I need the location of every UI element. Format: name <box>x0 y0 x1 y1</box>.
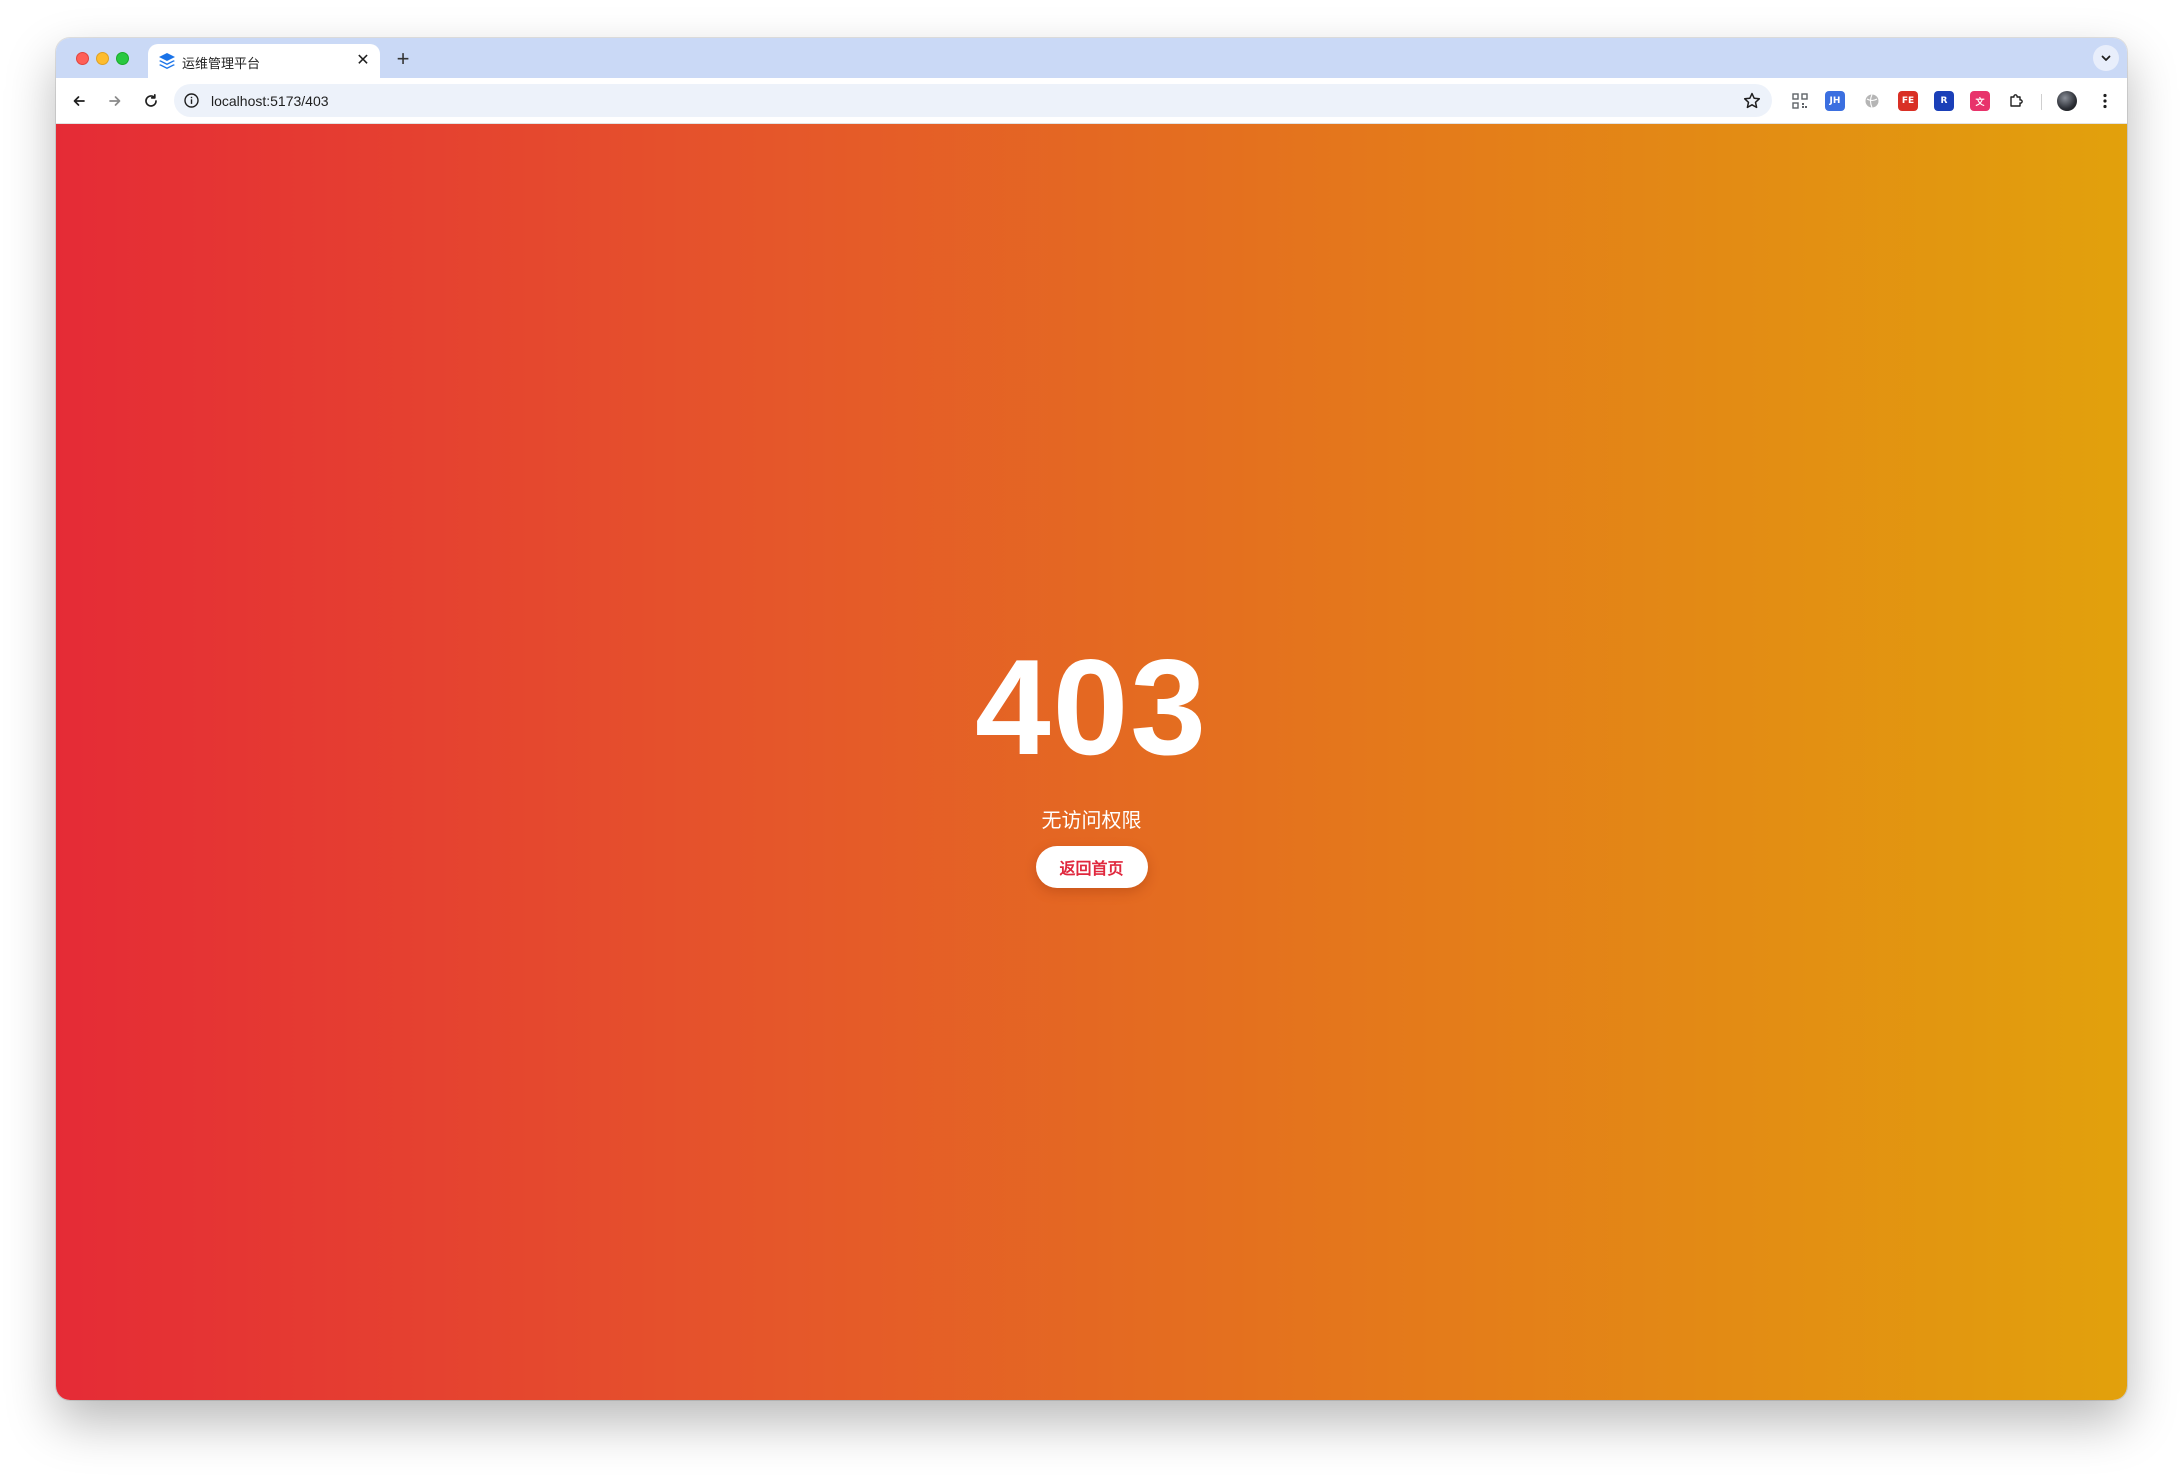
bookmark-star-icon[interactable] <box>1742 91 1762 111</box>
arrow-right-icon <box>109 96 121 106</box>
puzzle-icon[interactable] <box>2006 91 2026 111</box>
close-window-button[interactable] <box>76 52 89 65</box>
r-extension-icon[interactable]: R <box>1934 91 1954 111</box>
arrow-left-icon <box>73 96 85 106</box>
zoom-window-button[interactable] <box>116 52 129 65</box>
minimize-window-button[interactable] <box>96 52 109 65</box>
tab-strip: 运维管理平台 ✕ + <box>56 38 2127 78</box>
more-vertical-icon <box>2103 93 2107 109</box>
back-home-button[interactable]: 返回首页 <box>1035 846 1148 888</box>
browser-window: 运维管理平台 ✕ + localhost:5173/403 JH FE R 文 … <box>56 38 2127 1400</box>
qr-code-extension-icon[interactable] <box>1790 91 1810 111</box>
translate-extension-icon[interactable]: 文 <box>1970 91 1990 111</box>
reload-icon <box>145 93 157 107</box>
forward-button[interactable] <box>102 88 128 114</box>
info-icon[interactable] <box>182 91 201 110</box>
error-code: 403 <box>975 631 1208 783</box>
fe-extension-icon[interactable]: FE <box>1898 91 1918 111</box>
reload-button[interactable] <box>138 88 164 114</box>
back-button[interactable] <box>66 88 92 114</box>
error-content: 403 无访问权限 返回首页 <box>792 124 1392 1400</box>
jh-extension-icon[interactable]: JH <box>1825 91 1845 111</box>
globe-extension-icon[interactable] <box>1862 91 1882 111</box>
tab-title: 运维管理平台 <box>182 56 261 71</box>
new-tab-button[interactable]: + <box>390 46 416 72</box>
url-text: localhost:5173/403 <box>211 93 329 109</box>
profile-avatar[interactable] <box>2057 91 2077 111</box>
browser-menu-button[interactable] <box>2094 90 2116 112</box>
tab-close-icon[interactable]: ✕ <box>352 50 374 72</box>
browser-toolbar: localhost:5173/403 JH FE R 文 <box>56 78 2127 124</box>
error-message: 无访问权限 <box>1041 808 1142 832</box>
layers-icon <box>159 53 175 69</box>
active-tab[interactable]: 运维管理平台 ✕ <box>148 44 380 78</box>
chevron-down-icon <box>2101 55 2111 61</box>
tab-search-button[interactable] <box>2093 45 2119 71</box>
toolbar-divider <box>2041 94 2042 110</box>
address-bar[interactable]: localhost:5173/403 <box>174 84 1772 117</box>
error-page: 403 无访问权限 返回首页 <box>56 124 2127 1400</box>
